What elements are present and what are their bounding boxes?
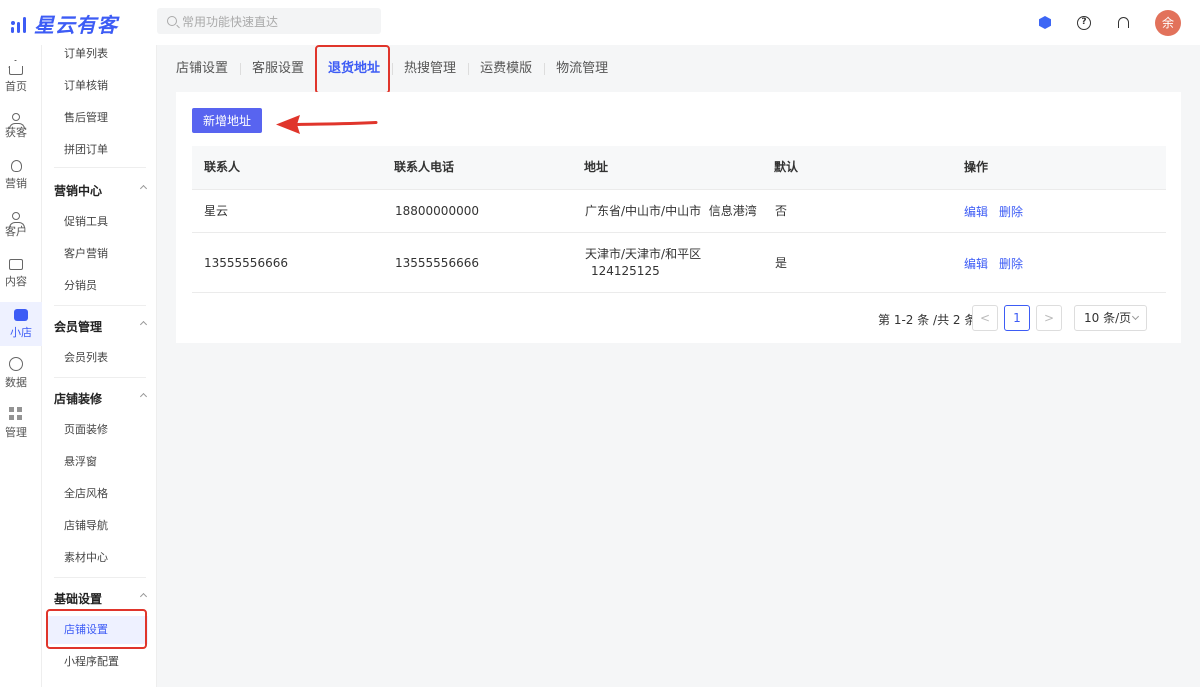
edit-link[interactable]: 编辑 [964,203,988,220]
grid-icon [9,406,23,421]
rail-item-data[interactable]: 数据 [0,351,32,395]
cell-address: 广东省/中山市/中山市 信息港湾 [585,204,757,218]
sidebar-item-group-orders[interactable]: 拼团订单 [64,141,108,159]
col-address: 地址 [584,160,609,174]
settings-tabs: 店铺设置 客服设置 退货地址 热搜管理 运费模版 物流管理 [176,57,620,81]
rail-item-manage[interactable]: 管理 [0,401,32,445]
cell-contact: 13555556666 [204,256,288,270]
rail-label: 管理 [5,425,27,439]
sidebar-group-marketing[interactable]: 营销中心 [54,182,148,199]
home-icon [9,65,23,75]
logo[interactable]: 星云有客 [10,9,118,38]
rail-label: 营销 [5,176,27,190]
sidebar-item-after-sales[interactable]: 售后管理 [64,109,108,127]
sidebar-item-order-list[interactable]: 订单列表 [64,45,108,63]
sidebar-item-member-list[interactable]: 会员列表 [64,349,108,367]
tab-highlight-box [315,45,390,94]
tab-hot-search[interactable]: 热搜管理 [392,57,468,81]
rail-label: 小店 [10,325,32,339]
logo-mark-icon [10,13,30,35]
user-plus-icon [9,112,25,129]
col-contact: 联系人 [204,160,241,174]
sidebar-item-miniprogram-config[interactable]: 小程序配置 [64,653,119,671]
tab-logistics[interactable]: 物流管理 [544,57,620,81]
pagination-next-button[interactable]: > [1036,305,1062,331]
sidebar-highlight-box [46,609,147,649]
chevron-down-icon [1131,312,1140,321]
rail-item-marketing[interactable]: 营销 [0,153,32,197]
sidebar-item-distributors[interactable]: 分销员 [64,277,97,295]
avatar[interactable]: 余 [1155,9,1181,36]
cell-phone: 18800000000 [395,204,479,218]
pie-chart-icon [9,356,23,371]
pagination-summary: 第 1-2 条 /共 2 条 [878,313,977,327]
sidebar-item-floating-window[interactable]: 悬浮窗 [64,453,97,471]
rail-label: 数据 [5,375,27,389]
rail-item-customer[interactable]: 客户 [0,203,32,247]
chevron-up-icon [139,592,148,601]
user-icon [9,211,25,228]
rail-item-content[interactable]: 内容 [0,252,32,296]
tab-store-settings[interactable]: 店铺设置 [176,57,240,81]
delete-link[interactable]: 删除 [999,255,1023,272]
logo-text: 星云有客 [34,13,118,37]
chevron-up-icon [139,320,148,329]
search-input[interactable]: 常用功能快速直达 [157,8,381,34]
cube-icon[interactable] [1038,16,1052,30]
sidebar-item-assets[interactable]: 素材中心 [64,549,108,567]
sidebar-group-basic-settings[interactable]: 基础设置 [54,590,148,607]
rail-item-home[interactable]: 首页 [0,55,32,99]
bulb-icon [10,159,22,172]
search-placeholder: 常用功能快速直达 [182,14,279,29]
shop-icon [14,308,28,321]
edit-link[interactable]: 编辑 [964,255,988,272]
cell-default: 否 [775,204,788,218]
chevron-up-icon [139,392,148,401]
icon-rail: 首页 获客 营销 客户 内容 小店 数据 管理 [0,45,42,687]
sidebar-item-store-style[interactable]: 全店风格 [64,485,108,503]
sidebar-item-page-decor[interactable]: 页面装修 [64,421,108,439]
col-phone: 联系人电话 [394,160,455,174]
folder-icon [9,259,23,270]
page-size-select[interactable]: 10 条/页 [1074,305,1147,331]
help-icon[interactable]: ? [1077,15,1091,30]
table-header: 联系人 联系人电话 地址 默认 操作 [192,146,1166,189]
sidebar-item-order-verify[interactable]: 订单核销 [64,77,108,95]
sidebar-group-decoration[interactable]: 店铺装修 [54,390,148,407]
col-actions: 操作 [964,160,989,174]
search-icon [167,16,177,26]
top-bar: 星云有客 常用功能快速直达 ? 余 [0,0,1200,45]
cell-address-line2: 124125125 [591,264,660,278]
tab-service-settings[interactable]: 客服设置 [240,57,316,81]
sidebar-item-promo-tools[interactable]: 促销工具 [64,213,108,231]
secondary-sidebar: 订单列表 订单核销 售后管理 拼团订单 营销中心 促销工具 客户营销 分销员 会… [42,45,157,687]
rail-label: 内容 [5,275,27,288]
cell-contact: 星云 [204,204,229,218]
col-default: 默认 [774,160,799,174]
tab-shipping-template[interactable]: 运费模版 [468,57,544,81]
sidebar-item-store-nav[interactable]: 店铺导航 [64,517,108,535]
cell-address: 天津市/天津市/和平区 [585,247,702,261]
arrow-annotation-icon [276,115,378,134]
cell-phone: 13555556666 [395,256,479,270]
headset-icon[interactable] [1116,16,1130,30]
delete-link[interactable]: 删除 [999,203,1023,220]
cell-default: 是 [775,256,788,270]
pagination-prev-button[interactable]: < [972,305,998,331]
sidebar-item-customer-marketing[interactable]: 客户营销 [64,245,108,263]
page-size-value: 10 条/页 [1084,311,1132,325]
rail-item-shop[interactable]: 小店 [0,302,42,346]
pagination-page-button[interactable]: 1 [1004,305,1030,331]
rail-label: 首页 [5,79,27,93]
rail-item-acquire[interactable]: 获客 [0,104,32,148]
add-address-button[interactable]: 新增地址 [192,108,262,133]
chevron-up-icon [139,184,148,193]
sidebar-group-members[interactable]: 会员管理 [54,318,148,335]
